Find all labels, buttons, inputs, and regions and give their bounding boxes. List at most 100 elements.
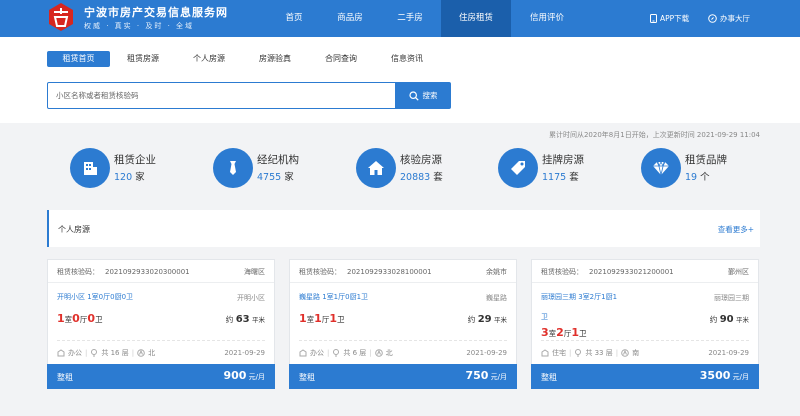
floor-area: 约 90 平米 [709,314,749,325]
community-name: 开明小区 [237,294,265,302]
sub-navigation: 租赁首页 租赁房源 个人房源 房源验真 合同查询 信息资讯 搜索 [0,37,800,123]
tab-rental-listings[interactable]: 租赁房源 [118,51,168,67]
hall-count: 0 [72,312,80,325]
floor-icon [91,349,98,357]
stat-value: 4755 家 [257,169,294,183]
district: 海曙区 [244,268,265,276]
stat-number: 120 [114,172,133,183]
search-icon [408,90,419,101]
nav-credit[interactable]: 信用评价 [515,0,579,37]
room-layout: 3室2厅1卫 [541,326,586,339]
listing-title-continued[interactable]: 卫 [541,312,548,322]
app-download-label: APP下载 [660,14,690,23]
price-bar: 整租 900 元/月 [47,364,275,389]
rent-price: 900 元/月 [223,369,265,382]
tie-icon [213,148,253,188]
room-count: 1 [299,312,307,325]
stat-unit: 个 [700,172,710,183]
hall-count: 1 [314,312,322,325]
service-hall-link[interactable]: 办事大厅 [708,13,750,24]
total-floors: 共 16 层 [101,349,129,357]
stat-unit: 套 [569,172,579,183]
district: 鄞州区 [728,268,749,276]
search-box [47,82,396,109]
stat-label: 租赁品牌 [685,154,727,166]
rent-price: 3500 元/月 [700,369,749,382]
tag-icon [498,148,538,188]
divider [48,282,274,283]
hall-count: 2 [556,326,564,339]
divider [290,282,516,283]
nav-second-hand[interactable]: 二手房 [384,0,436,37]
room-layout: 1室1厅1卫 [299,312,344,325]
rent-price: 750 元/月 [465,369,507,382]
price-unit: 元/月 [732,373,749,381]
floor-icon [575,349,582,357]
compass-icon [708,14,717,23]
verify-code-label: 租赁核验码： [57,268,99,276]
rent-type: 整租 [299,373,315,382]
area-unit: 平米 [494,316,507,324]
usage-icon [57,349,65,357]
verify-code-value: 2021092933021200001 [589,268,674,276]
stat-label: 核验房源 [400,154,442,166]
search-input[interactable] [48,83,395,108]
tab-listing-verify[interactable]: 房源验真 [250,51,300,67]
site-title: 宁波市房产交易信息服务网 [84,6,228,19]
site-logo[interactable] [48,2,74,32]
orientation-icon [621,349,629,357]
tab-personal-listings[interactable]: 个人房源 [184,51,234,67]
floor-icon [333,349,340,357]
bath-label: 卫 [336,315,345,324]
view-more-link[interactable]: 查看更多+ [718,224,754,235]
nav-new-homes[interactable]: 商品房 [326,0,374,37]
stat-number: 4755 [257,172,282,183]
verify-code-value: 2021092933028100001 [347,268,432,276]
listing-title[interactable]: 丽璟园三期 3室2厅1厨1 [541,292,617,302]
stat-label: 经纪机构 [257,154,299,166]
price-value: 900 [223,369,247,382]
listing-meta: 住宅 | 共 33 层 | 南 [541,348,639,358]
verify-code: 租赁核验码： 2021092933021200001 [541,267,674,277]
top-header: 宁波市房产交易信息服务网 权威 · 真实 · 及时 · 全域 首页 商品房 二手… [0,0,800,37]
floor-area: 约 29 平米 [467,314,507,325]
orientation: 南 [632,349,640,357]
stat-label: 挂牌房源 [542,154,584,166]
stat-unit: 家 [135,172,145,183]
tab-news[interactable]: 信息资讯 [382,51,432,67]
listing-title[interactable]: 巍星路 1室1厅0厨1卫 [299,292,368,302]
community-name: 巍星路 [486,294,507,302]
building-icon [70,148,110,188]
district: 余姚市 [486,268,507,276]
listing-card[interactable]: 租赁核验码： 2021092933021200001 鄞州区 丽璟园三期 3室2厅… [531,259,759,389]
usage-icon [299,349,307,357]
bath-label: 卫 [578,329,587,338]
price-unit: 元/月 [490,373,507,381]
listing-card[interactable]: 租赁核验码： 2021092933028100001 余姚市 巍星路 1室1厅0厨… [289,259,517,389]
house-icon [356,148,396,188]
stat-value: 1175 套 [542,169,579,183]
search-button[interactable]: 搜索 [395,82,451,109]
tab-contract-query[interactable]: 合同查询 [316,51,366,67]
search-button-label: 搜索 [422,91,438,100]
nav-home[interactable]: 首页 [270,0,318,37]
area-value: 29 [477,314,492,325]
stat-value: 120 家 [114,169,145,183]
bath-count: 0 [87,312,95,325]
verify-code-value: 2021092933020300001 [105,268,190,276]
nav-rental[interactable]: 住房租赁 [441,0,511,37]
room-layout: 1室0厅0卫 [57,312,102,325]
tab-rental-home[interactable]: 租赁首页 [47,51,110,67]
stats-update-note: 累计时间从2020年8月1日开始，上次更新时间 2021-09-29 11:04 [548,131,760,139]
listing-title[interactable]: 开明小区 1室0厅0厨0卫 [57,292,133,302]
stat-value: 20883 套 [400,169,443,183]
floor-area: 约 63 平米 [225,314,265,325]
divider [57,340,265,341]
total-floors: 共 6 层 [343,349,367,357]
app-download-link[interactable]: APP下载 [650,13,689,24]
usage-type: 办公 [68,349,82,357]
stat-number: 19 [685,172,698,183]
listing-card[interactable]: 租赁核验码： 2021092933020300001 海曙区 开明小区 1室0厅0… [47,259,275,389]
section-title: 个人房源 [58,225,90,234]
divider [299,340,507,341]
